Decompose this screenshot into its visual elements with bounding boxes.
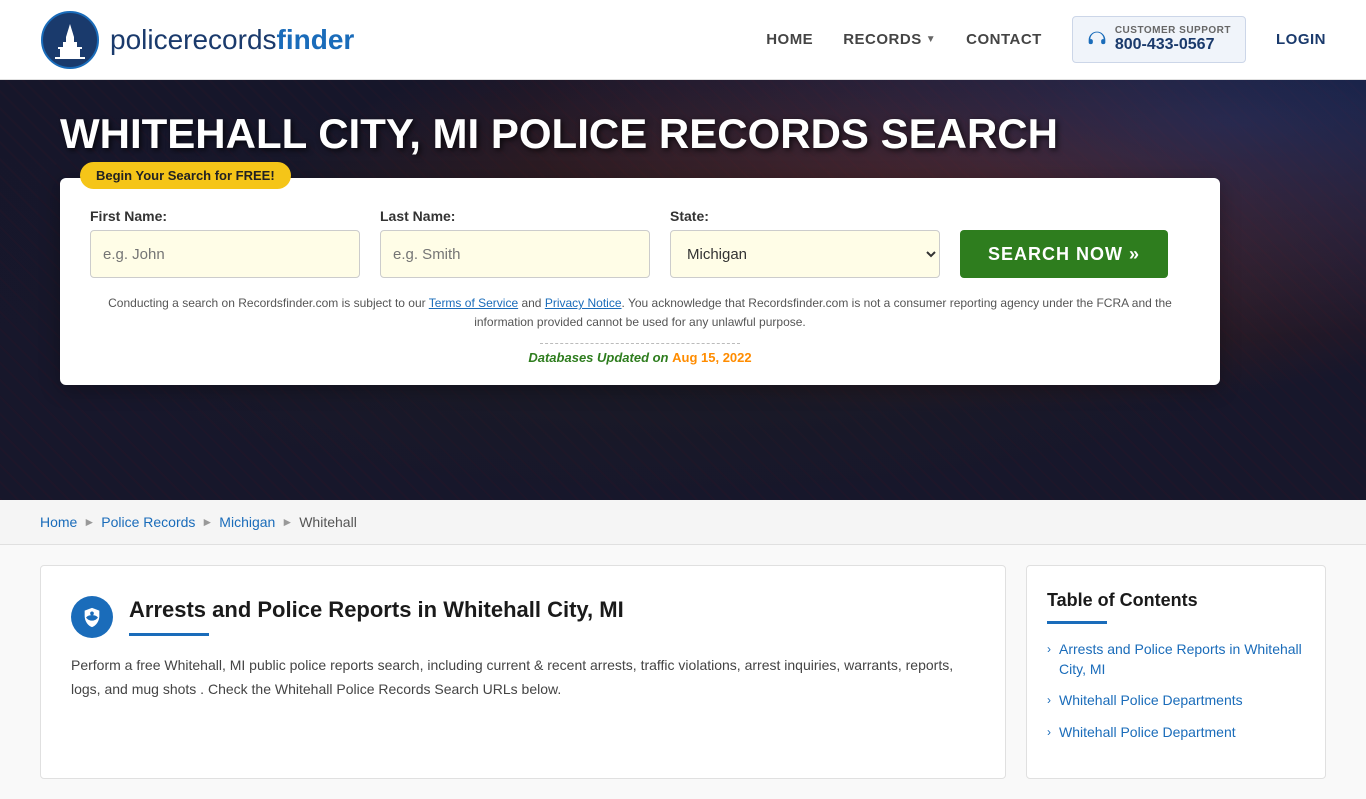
- toc-item[interactable]: › Whitehall Police Department: [1047, 723, 1305, 743]
- toc-item[interactable]: › Arrests and Police Reports in Whitehal…: [1047, 640, 1305, 679]
- breadcrumb: Home ► Police Records ► Michigan ► White…: [0, 500, 1366, 545]
- last-name-input[interactable]: [380, 230, 650, 278]
- nav: HOME RECORDS ▼ CONTACT CUSTOMER SUPPORT …: [766, 16, 1326, 63]
- article-section: Arrests and Police Reports in Whitehall …: [40, 565, 1006, 779]
- breadcrumb-michigan[interactable]: Michigan: [219, 514, 275, 530]
- nav-home[interactable]: HOME: [766, 31, 813, 48]
- state-label: State:: [670, 208, 940, 224]
- divider: [540, 343, 740, 344]
- article-title: Arrests and Police Reports in Whitehall …: [129, 596, 624, 625]
- toc-divider: [1047, 621, 1107, 624]
- hero-title: WHITEHALL CITY, MI POLICE RECORDS SEARCH: [60, 110, 1058, 158]
- search-fields: First Name: Last Name: State: Michigan A…: [90, 208, 1190, 278]
- free-badge: Begin Your Search for FREE!: [80, 162, 291, 189]
- table-of-contents: Table of Contents › Arrests and Police R…: [1026, 565, 1326, 779]
- breadcrumb-current: Whitehall: [299, 514, 357, 530]
- chevron-down-icon: ▼: [926, 34, 936, 45]
- toc-link[interactable]: Arrests and Police Reports in Whitehall …: [1059, 640, 1305, 679]
- header: policerecordsfinder HOME RECORDS ▼ CONTA…: [0, 0, 1366, 80]
- logo-area: policerecordsfinder: [40, 10, 354, 70]
- first-name-input[interactable]: [90, 230, 360, 278]
- breadcrumb-sep-3: ►: [281, 515, 293, 529]
- toc-link[interactable]: Whitehall Police Departments: [1059, 691, 1243, 711]
- support-text: CUSTOMER SUPPORT 800-433-0567: [1115, 25, 1231, 54]
- privacy-link[interactable]: Privacy Notice: [545, 296, 622, 310]
- breadcrumb-police-records[interactable]: Police Records: [101, 514, 195, 530]
- logo-text: policerecordsfinder: [110, 24, 354, 56]
- search-button[interactable]: SEARCH NOW »: [960, 230, 1168, 278]
- last-name-group: Last Name:: [380, 208, 650, 278]
- toc-link[interactable]: Whitehall Police Department: [1059, 723, 1236, 743]
- tos-link[interactable]: Terms of Service: [429, 296, 518, 310]
- toc-title: Table of Contents: [1047, 590, 1305, 611]
- shield-badge-icon: [81, 606, 103, 628]
- toc-chevron-icon: ›: [1047, 693, 1051, 707]
- breadcrumb-home[interactable]: Home: [40, 514, 77, 530]
- article-header: Arrests and Police Reports in Whitehall …: [71, 596, 975, 638]
- breadcrumb-sep-1: ►: [83, 515, 95, 529]
- nav-login[interactable]: LOGIN: [1276, 31, 1326, 48]
- db-updated: Databases Updated on Aug 15, 2022: [90, 350, 1190, 365]
- hero-section: WHITEHALL CITY, MI POLICE RECORDS SEARCH…: [0, 80, 1366, 500]
- article-underline: [129, 633, 209, 636]
- article-title-area: Arrests and Police Reports in Whitehall …: [129, 596, 624, 636]
- toc-items: › Arrests and Police Reports in Whitehal…: [1047, 640, 1305, 742]
- db-updated-date: Aug 15, 2022: [672, 350, 752, 365]
- search-box: Begin Your Search for FREE! First Name: …: [60, 178, 1220, 384]
- disclaimer-text: Conducting a search on Recordsfinder.com…: [90, 294, 1190, 332]
- state-select[interactable]: Michigan Alabama Alaska Arizona Californ…: [670, 230, 940, 278]
- support-number: 800-433-0567: [1115, 36, 1231, 54]
- nav-contact[interactable]: CONTACT: [966, 31, 1042, 48]
- first-name-label: First Name:: [90, 208, 360, 224]
- breadcrumb-sep-2: ►: [201, 515, 213, 529]
- toc-chevron-icon: ›: [1047, 642, 1051, 656]
- main-content: Arrests and Police Reports in Whitehall …: [0, 545, 1366, 799]
- badge-icon: [71, 596, 113, 638]
- support-label: CUSTOMER SUPPORT: [1115, 25, 1231, 36]
- last-name-label: Last Name:: [380, 208, 650, 224]
- headphone-icon: [1087, 30, 1107, 50]
- state-group: State: Michigan Alabama Alaska Arizona C…: [670, 208, 940, 278]
- article-body: Perform a free Whitehall, MI public poli…: [71, 654, 975, 702]
- toc-chevron-icon: ›: [1047, 725, 1051, 739]
- nav-records[interactable]: RECORDS ▼: [843, 31, 936, 48]
- first-name-group: First Name:: [90, 208, 360, 278]
- logo-icon: [40, 10, 100, 70]
- db-updated-label: Databases Updated on: [528, 350, 672, 365]
- toc-item[interactable]: › Whitehall Police Departments: [1047, 691, 1305, 711]
- customer-support: CUSTOMER SUPPORT 800-433-0567: [1072, 16, 1246, 63]
